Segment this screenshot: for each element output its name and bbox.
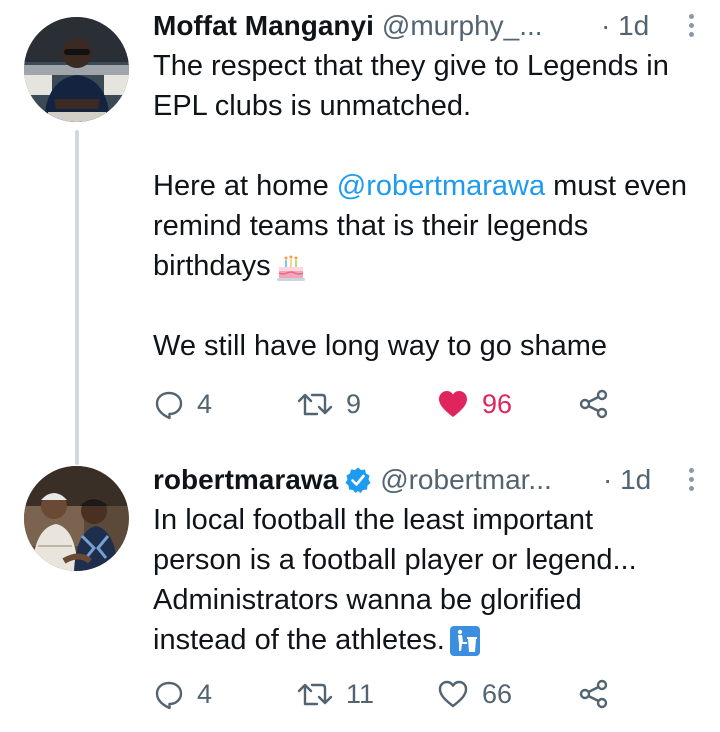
more-options-icon[interactable] <box>686 465 696 495</box>
author-handle[interactable]: @robertmar... <box>380 464 552 496</box>
tweet-text-line: In local football the least important <box>153 504 594 536</box>
mention-link[interactable]: @robertmarawa <box>337 170 545 202</box>
like-button[interactable]: 96 <box>436 384 512 424</box>
author-name[interactable]: Moffat Manganyi <box>153 10 374 42</box>
timestamp[interactable]: · 1d <box>601 10 649 42</box>
share-icon <box>578 388 610 420</box>
like-button[interactable]: 66 <box>436 674 512 714</box>
like-count: 66 <box>482 678 513 709</box>
tweet-text: In local football the least important pe… <box>153 500 700 660</box>
reply-button[interactable]: 4 <box>153 384 212 424</box>
reply-icon <box>153 678 185 710</box>
tweet-actions: 4 9 96 <box>153 384 700 424</box>
author-handle[interactable]: @murphy_... <box>382 10 543 42</box>
tweet-text-line: The respect that they give to Legends in <box>153 50 669 82</box>
tweet-actions: 4 11 66 <box>153 674 700 714</box>
author-name[interactable]: robertmarawa <box>153 464 338 496</box>
like-count: 96 <box>482 388 513 419</box>
retweet-button[interactable]: 9 <box>296 384 361 424</box>
timestamp[interactable]: · 1d <box>603 464 651 496</box>
more-options-icon[interactable] <box>686 11 696 41</box>
tweet-text-line: instead of the athletes. <box>153 624 445 656</box>
retweet-count: 11 <box>346 678 375 709</box>
reply-icon <box>153 388 185 420</box>
reply-button[interactable]: 4 <box>153 674 212 714</box>
heart-filled-icon <box>436 388 470 420</box>
tweet-header: robertmarawa @robertmar... · 1d <box>153 462 696 498</box>
retweet-icon <box>296 678 334 710</box>
retweet-icon <box>296 388 334 420</box>
tweet-text: The respect that they give to Legends in… <box>153 46 700 366</box>
avatar[interactable] <box>24 17 129 122</box>
heart-outline-icon <box>436 678 470 710</box>
thread-line <box>75 130 79 465</box>
tweet[interactable]: robertmarawa @robertmar... · 1d In local… <box>0 456 720 732</box>
tweet-text-line: remind teams that is their legends <box>153 210 589 242</box>
tweet[interactable]: Moffat Manganyi @murphy_... · 1d The res… <box>0 0 720 465</box>
share-button[interactable] <box>578 384 610 424</box>
share-icon <box>578 678 610 710</box>
reply-count: 4 <box>197 678 213 709</box>
verified-badge-icon <box>344 466 372 494</box>
tweet-text-line: birthdays <box>153 250 271 282</box>
tweet-header: Moffat Manganyi @murphy_... · 1d <box>153 8 696 44</box>
retweet-count: 9 <box>346 388 362 419</box>
tweet-text-line: Administrators wanna be glorified <box>153 584 582 616</box>
reply-count: 4 <box>197 388 213 419</box>
tweet-text-line: We still have long way to go shame <box>153 330 608 362</box>
tweet-text-line: person is a football player or legend... <box>153 544 637 576</box>
birthday-cake-icon <box>275 251 307 283</box>
share-button[interactable] <box>578 674 610 714</box>
tweet-text-line: must even <box>545 170 687 202</box>
tweet-text-line: Here at home <box>153 170 337 202</box>
avatar[interactable] <box>24 466 129 571</box>
retweet-button[interactable]: 11 <box>296 674 374 714</box>
litter-in-bin-icon <box>449 625 481 657</box>
tweet-text-line: EPL clubs is unmatched. <box>153 90 472 122</box>
